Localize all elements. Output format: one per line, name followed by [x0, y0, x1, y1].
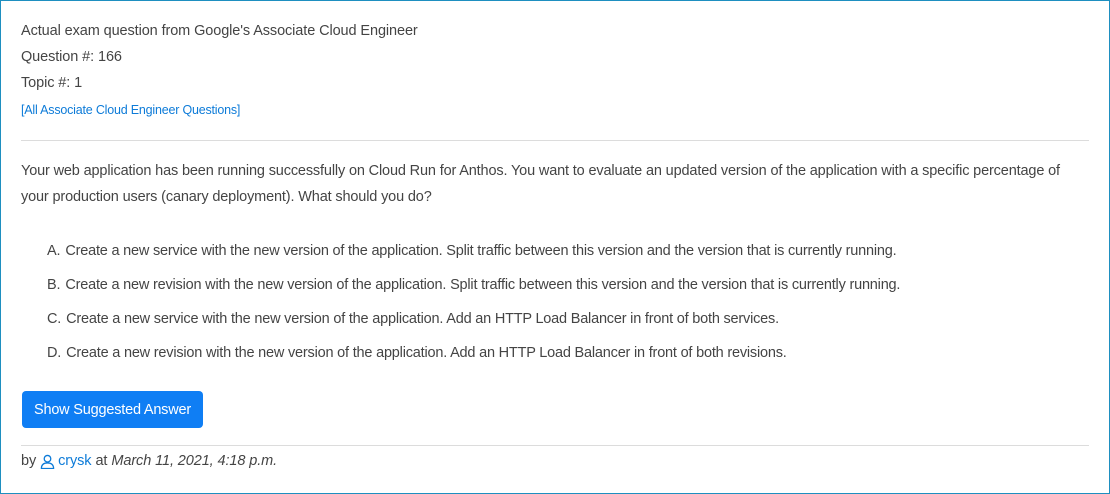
choice-letter: C.: [47, 311, 62, 327]
byline-prefix: by: [21, 453, 37, 469]
choice-d[interactable]: D. Create a new revision with the new ve…: [47, 343, 1087, 377]
byline-at: at: [95, 453, 108, 469]
user-icon: [40, 454, 55, 469]
byline: by crysk at March 11, 2021, 4:18 p.m.: [21, 453, 277, 469]
divider: [21, 140, 1089, 141]
choice-letter: B.: [47, 277, 61, 293]
user-link[interactable]: crysk: [40, 453, 92, 469]
choice-text: Create a new service with the new versio…: [66, 311, 779, 327]
question-number: Question #: 166: [21, 49, 122, 65]
topic-number: Topic #: 1: [21, 75, 83, 91]
choice-b[interactable]: B. Create a new revision with the new ve…: [47, 275, 1087, 309]
choice-a[interactable]: A. Create a new service with the new ver…: [47, 241, 1087, 275]
post-date: March 11, 2021, 4:18 p.m.: [111, 453, 278, 469]
choice-letter: A.: [47, 243, 61, 259]
exam-title: Actual exam question from Google's Assoc…: [21, 23, 418, 39]
divider: [21, 445, 1089, 446]
choice-text: Create a new revision with the new versi…: [66, 345, 787, 361]
show-suggested-answer-button[interactable]: Show Suggested Answer: [22, 391, 203, 428]
choices-list: A. Create a new service with the new ver…: [47, 241, 1087, 377]
choice-letter: D.: [47, 345, 62, 361]
question-text: Your web application has been running su…: [21, 163, 1060, 205]
username: crysk: [58, 453, 92, 469]
all-questions-link[interactable]: [All Associate Cloud Engineer Questions]: [21, 103, 240, 117]
choice-c[interactable]: C. Create a new service with the new ver…: [47, 309, 1087, 343]
question-card: Actual exam question from Google's Assoc…: [0, 0, 1110, 494]
choice-text: Create a new revision with the new versi…: [65, 277, 901, 293]
choice-text: Create a new service with the new versio…: [65, 243, 897, 259]
